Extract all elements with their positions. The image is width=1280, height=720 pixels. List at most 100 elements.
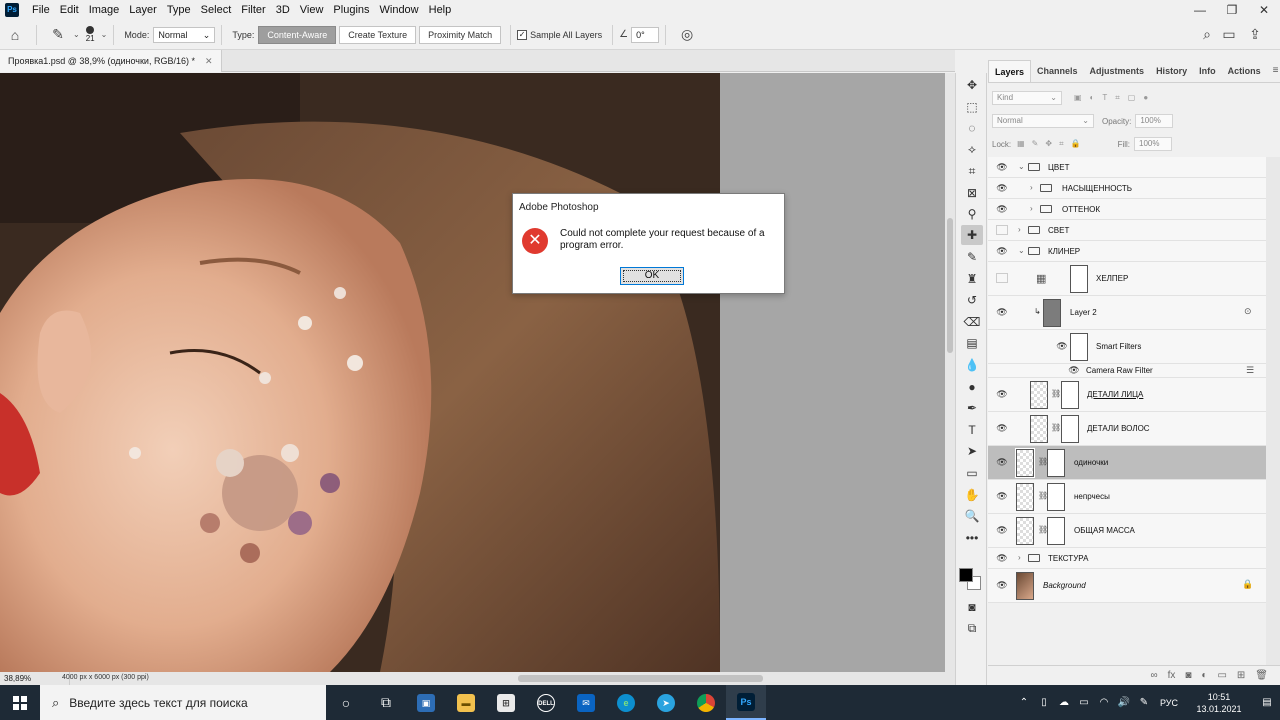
- opacity-input[interactable]: 100%: [1135, 114, 1174, 128]
- layer-mask-thumbnail[interactable]: [1047, 449, 1065, 477]
- visibility-eye-icon[interactable]: 👁: [996, 423, 1008, 434]
- menu-help[interactable]: Help: [424, 0, 457, 20]
- minimize-button[interactable]: —: [1184, 0, 1216, 20]
- menu-layer[interactable]: Layer: [124, 0, 162, 20]
- workspace-icon[interactable]: ▭: [1218, 24, 1240, 46]
- layer-mask-thumbnail[interactable]: [1061, 381, 1079, 409]
- horizontal-scrollbar[interactable]: [70, 672, 955, 685]
- rectangle-tool-icon[interactable]: ▭: [961, 463, 983, 483]
- menu-3d[interactable]: 3D: [271, 0, 295, 20]
- network-icon[interactable]: ◠: [1094, 697, 1114, 708]
- visibility-eye-icon[interactable]: 👁: [996, 389, 1008, 400]
- mail-icon[interactable]: ✉: [566, 685, 606, 720]
- quick-mask-icon[interactable]: ◙: [961, 597, 983, 617]
- menu-filter[interactable]: Filter: [236, 0, 270, 20]
- layer-row-selected[interactable]: 👁 ⛓ одиночки: [988, 446, 1266, 480]
- layer-mask-thumbnail[interactable]: [1047, 517, 1065, 545]
- layer-row[interactable]: 👁 ⛓ ДЕТАЛИ ВОЛОС: [988, 412, 1266, 446]
- menu-plugins[interactable]: Plugins: [328, 0, 374, 20]
- pen-tool-icon[interactable]: ✒: [961, 398, 983, 418]
- tab-layers[interactable]: Layers: [988, 60, 1032, 82]
- layer-row[interactable]: 👁 Background 🔒: [988, 569, 1266, 603]
- layer-row[interactable]: 👁 › НАСЫЩЕННОСТЬ: [988, 178, 1266, 199]
- start-button[interactable]: [0, 685, 40, 720]
- layer-row[interactable]: › СВЕТ: [988, 220, 1266, 241]
- sample-all-layers-checkbox[interactable]: ✓: [517, 29, 528, 40]
- layer-row[interactable]: 👁 ⛓ ОБЩАЯ МАССА: [988, 514, 1266, 548]
- filter-row[interactable]: 👁 Camera Raw Filter ☰: [988, 364, 1266, 378]
- angle-input[interactable]: 0°: [631, 26, 660, 43]
- taskbar-search[interactable]: ⌕ Введите здесь текст для поиска: [40, 685, 326, 720]
- ok-button[interactable]: OK: [620, 267, 684, 285]
- layer-row[interactable]: 👁 › ТЕКСТУРА: [988, 548, 1266, 569]
- visibility-eye-icon[interactable]: 👁: [996, 204, 1008, 215]
- brush-preset-picker[interactable]: 21: [86, 26, 95, 43]
- more-tools-icon[interactable]: •••: [961, 528, 983, 548]
- menu-edit[interactable]: Edit: [55, 0, 84, 20]
- new-group-icon[interactable]: ▭: [1217, 670, 1226, 681]
- blur-tool-icon[interactable]: 💧: [961, 355, 983, 375]
- quick-selection-tool-icon[interactable]: ⟡: [961, 139, 983, 159]
- brush-tool-icon[interactable]: ✎: [961, 247, 983, 267]
- cortana-icon[interactable]: ○: [326, 685, 366, 720]
- create-texture-button[interactable]: Create Texture: [339, 25, 417, 44]
- zoom-level[interactable]: 38,89%: [4, 674, 31, 683]
- layer-thumbnail[interactable]: [1016, 517, 1034, 545]
- visibility-eye-icon[interactable]: 👁: [996, 525, 1008, 536]
- menu-select[interactable]: Select: [196, 0, 237, 20]
- chrome-icon[interactable]: [686, 685, 726, 720]
- link-layers-icon[interactable]: ∞: [1150, 670, 1157, 681]
- move-tool-icon[interactable]: ✥: [961, 75, 983, 95]
- notifications-icon[interactable]: ▤: [1254, 697, 1280, 708]
- adjustment-layer-icon[interactable]: ◐: [1201, 670, 1207, 681]
- tab-adjustments[interactable]: Adjustments: [1084, 60, 1151, 82]
- layer-row[interactable]: 👁 › ОТТЕНОК: [988, 199, 1266, 220]
- smart-filters-row[interactable]: 👁 Smart Filters: [988, 330, 1266, 364]
- visibility-toggle-off[interactable]: [996, 225, 1008, 235]
- mode-select[interactable]: Normal ⌄: [153, 26, 216, 43]
- task-view-icon[interactable]: ⧉: [366, 685, 406, 720]
- telegram-icon[interactable]: ➤: [646, 685, 686, 720]
- layer-row[interactable]: ▦ ХЕЛПЕР: [988, 262, 1266, 296]
- chevron-down-icon[interactable]: ⌄: [1018, 162, 1025, 171]
- document-tab[interactable]: Проявка1.psd @ 38,9% (одиночки, RGB/16) …: [0, 50, 222, 72]
- content-aware-button[interactable]: Content-Aware: [258, 25, 337, 44]
- layers-scrollbar[interactable]: [1266, 157, 1280, 665]
- chevron-right-icon[interactable]: ›: [1018, 553, 1021, 562]
- layer-row[interactable]: 👁 ↳ Layer 2 ⊙: [988, 296, 1266, 330]
- foreground-color-swatch[interactable]: [959, 568, 973, 582]
- visibility-eye-icon[interactable]: 👁: [996, 162, 1008, 173]
- lasso-tool-icon[interactable]: ◌: [961, 118, 983, 138]
- link-icon[interactable]: ⛓: [1051, 389, 1061, 398]
- dodge-tool-icon[interactable]: ●: [961, 377, 983, 397]
- lock-icons[interactable]: ▦✎✥⌗🔒: [1017, 139, 1087, 149]
- menu-file[interactable]: File: [27, 0, 55, 20]
- menu-type[interactable]: Type: [162, 0, 196, 20]
- tab-history[interactable]: History: [1150, 60, 1193, 82]
- visibility-eye-icon[interactable]: 👁: [996, 457, 1008, 468]
- healing-brush-tool-icon[interactable]: ✎: [47, 24, 69, 46]
- visibility-eye-icon[interactable]: 👁: [1056, 341, 1068, 352]
- store-icon[interactable]: ⊞: [486, 685, 526, 720]
- eraser-tool-icon[interactable]: ⌫: [961, 312, 983, 332]
- tab-actions[interactable]: Actions: [1222, 60, 1267, 82]
- tab-channels[interactable]: Channels: [1031, 60, 1084, 82]
- panel-menu-icon[interactable]: ≡: [1267, 65, 1280, 82]
- gradient-tool-icon[interactable]: ▤: [961, 333, 983, 353]
- eyedropper-tool-icon[interactable]: ⚲: [961, 204, 983, 224]
- layer-thumbnail[interactable]: [1030, 415, 1048, 443]
- layer-row[interactable]: 👁 ⌄ КЛИНЕР: [988, 241, 1266, 262]
- fx-icon[interactable]: fx: [1168, 670, 1176, 681]
- close-tab-icon[interactable]: ✕: [205, 56, 213, 67]
- language-indicator[interactable]: РУС: [1154, 698, 1184, 708]
- horizontal-scrollbar-thumb[interactable]: [518, 675, 763, 682]
- trash-icon[interactable]: 🗑: [1255, 670, 1268, 681]
- zoom-tool-icon[interactable]: 🔍: [961, 506, 983, 526]
- blend-mode-select[interactable]: Normal ⌄: [992, 114, 1094, 128]
- visibility-eye-icon[interactable]: 👁: [996, 553, 1008, 564]
- brush-chevron-icon[interactable]: ⌄: [101, 30, 108, 39]
- chevron-right-icon[interactable]: ›: [1018, 225, 1021, 234]
- layer-thumbnail[interactable]: [1015, 448, 1035, 478]
- visibility-eye-icon[interactable]: 👁: [996, 307, 1008, 318]
- smart-object-thumbnail[interactable]: [1043, 299, 1061, 327]
